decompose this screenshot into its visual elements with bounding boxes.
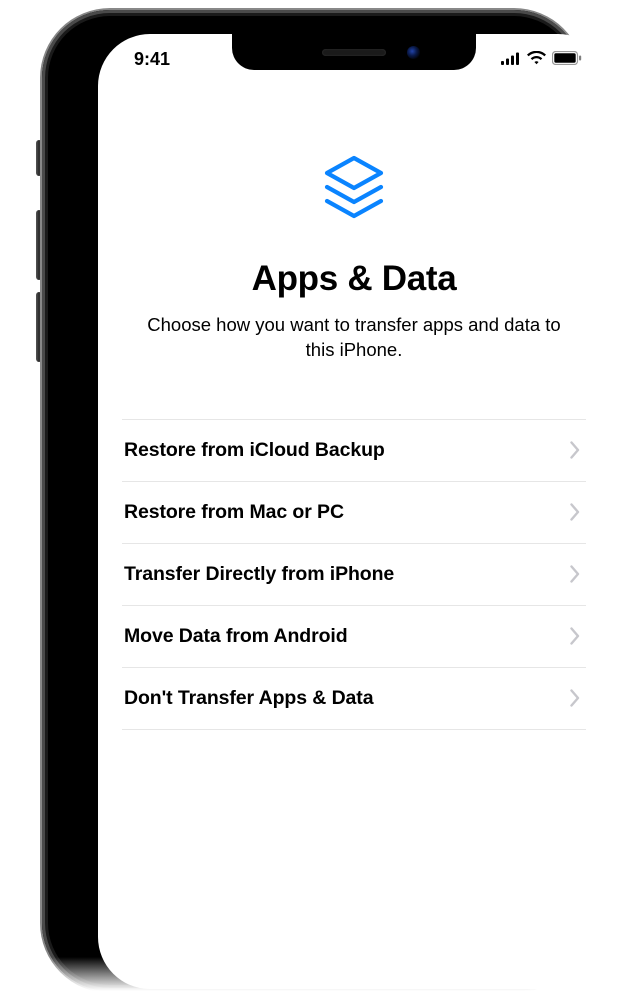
option-move-android[interactable]: Move Data from Android [122, 606, 586, 668]
options-list: Restore from iCloud Backup Restore from … [122, 419, 586, 730]
option-label: Restore from iCloud Backup [124, 439, 385, 462]
option-label: Move Data from Android [124, 625, 348, 648]
option-dont-transfer[interactable]: Don't Transfer Apps & Data [122, 668, 586, 730]
notch [232, 34, 476, 70]
wifi-icon [527, 49, 546, 70]
chevron-right-icon [570, 565, 580, 583]
chevron-right-icon [570, 627, 580, 645]
screen: 9:41 [98, 34, 610, 989]
option-restore-icloud[interactable]: Restore from iCloud Backup [122, 420, 586, 482]
option-label: Transfer Directly from iPhone [124, 563, 394, 586]
setup-content: Apps & Data Choose how you want to trans… [98, 84, 610, 730]
status-time: 9:41 [134, 49, 170, 70]
battery-icon [552, 49, 582, 70]
chevron-right-icon [570, 503, 580, 521]
option-transfer-iphone[interactable]: Transfer Directly from iPhone [122, 544, 586, 606]
option-label: Restore from Mac or PC [124, 501, 344, 524]
chevron-right-icon [570, 689, 580, 707]
earpiece-speaker [322, 49, 386, 56]
status-indicators [501, 49, 582, 70]
chevron-right-icon [570, 441, 580, 459]
phone-frame: 9:41 [42, 10, 582, 991]
cellular-signal-icon [501, 49, 521, 70]
front-camera [407, 46, 420, 59]
option-label: Don't Transfer Apps & Data [124, 687, 373, 710]
option-restore-mac-pc[interactable]: Restore from Mac or PC [122, 482, 586, 544]
page-title: Apps & Data [122, 259, 586, 299]
page-subtitle: Choose how you want to transfer apps and… [122, 313, 586, 363]
layers-icon [319, 154, 389, 231]
